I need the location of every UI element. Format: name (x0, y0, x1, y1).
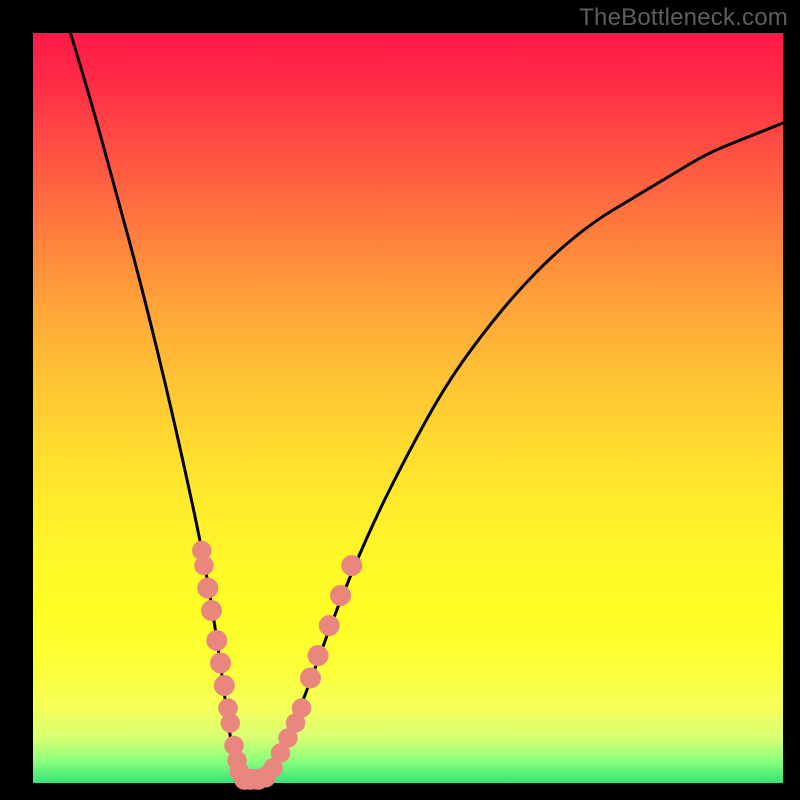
data-marker (300, 668, 321, 689)
data-marker (201, 600, 222, 621)
data-marker (221, 713, 241, 733)
data-marker (197, 578, 218, 599)
watermark-text: TheBottleneck.com (579, 4, 788, 32)
data-marker (330, 585, 351, 606)
data-marker (210, 653, 231, 674)
data-marker (319, 615, 340, 636)
chart-svg (33, 33, 783, 783)
data-marker (292, 698, 312, 718)
chart-frame: TheBottleneck.com (0, 0, 800, 800)
data-marker (308, 645, 329, 666)
data-marker (214, 675, 235, 696)
marker-group (192, 541, 362, 790)
data-marker (194, 556, 214, 576)
data-marker (206, 630, 227, 651)
bottleneck-curve (71, 33, 784, 783)
data-marker (341, 555, 362, 576)
plot-area (33, 33, 783, 783)
